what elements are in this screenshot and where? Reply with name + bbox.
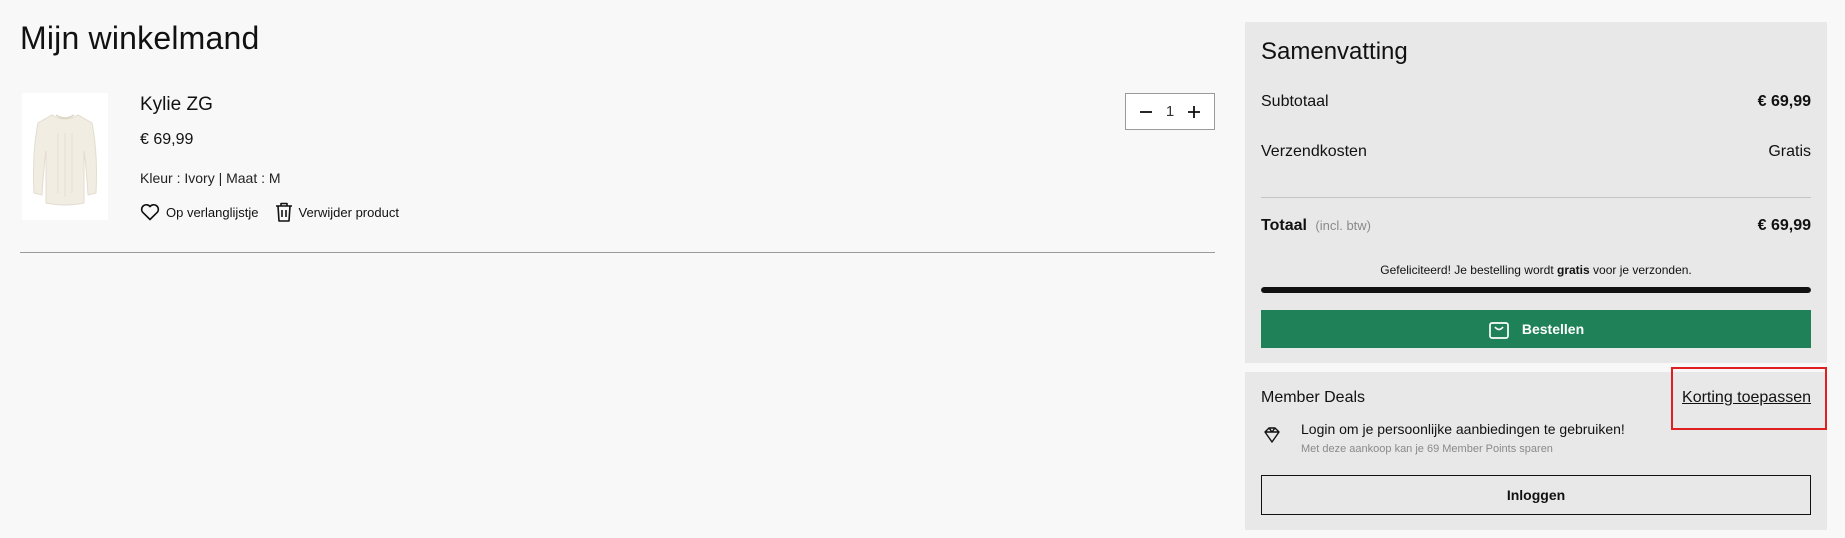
- login-prompt: Login om je persoonlijke aanbiedingen te…: [1301, 421, 1625, 437]
- free-shipping-message: Gefeliciteerd! Je bestelling wordt grati…: [1380, 263, 1692, 277]
- free-shipping-progress-fill: [1261, 287, 1811, 293]
- shipping-row: Verzendkosten Gratis: [1261, 143, 1811, 161]
- member-points-note: Met deze aankoop kan je 69 Member Points…: [1301, 443, 1553, 455]
- sweater-image: [22, 93, 108, 220]
- order-button-label: Bestellen: [1521, 321, 1585, 337]
- product-price: € 69,99: [140, 131, 194, 148]
- quantity-value: 1: [1165, 103, 1175, 120]
- order-button[interactable]: Bestellen: [1261, 310, 1811, 348]
- product-actions: Op verlanglijstje Verwijder product: [140, 202, 399, 222]
- increase-quantity-button[interactable]: [1186, 104, 1202, 120]
- remove-label: Verwijder product: [298, 204, 399, 220]
- subtotal-value: € 69,99: [1757, 93, 1811, 110]
- login-button[interactable]: Inloggen: [1261, 475, 1811, 515]
- summary-title: Samenvatting: [1261, 38, 1408, 65]
- free-shipping-progress: [1261, 287, 1811, 293]
- total-vat-note: (incl. btw): [1315, 218, 1372, 233]
- subtotal-row: Subtotaal € 69,99: [1261, 93, 1811, 111]
- diamond-icon: [1262, 426, 1282, 449]
- remove-product-button[interactable]: Verwijder product: [275, 202, 399, 222]
- item-divider: [20, 252, 1215, 253]
- wishlist-label: Op verlanglijstje: [166, 204, 259, 220]
- total-row: Totaal (incl. btw) € 69,99: [1261, 217, 1811, 235]
- total-value: € 69,99: [1757, 217, 1811, 234]
- quantity-stepper: 1: [1125, 93, 1215, 130]
- product-name[interactable]: Kylie ZG: [140, 94, 213, 116]
- shopping-bag-icon: [1489, 322, 1509, 339]
- shipping-value: Gratis: [1768, 143, 1811, 160]
- summary-divider: [1261, 197, 1811, 198]
- product-attributes: Kleur : Ivory | Maat : M: [140, 170, 281, 186]
- order-summary-panel: Samenvatting Subtotaal € 69,99 Verzendko…: [1245, 22, 1827, 363]
- page-title: Mijn winkelmand: [20, 20, 260, 56]
- shipping-label: Verzendkosten: [1261, 143, 1367, 160]
- member-deals-title: Member Deals: [1261, 389, 1366, 406]
- decrease-quantity-button[interactable]: [1138, 104, 1154, 120]
- total-label: Totaal: [1261, 217, 1307, 234]
- trash-icon: [275, 202, 292, 222]
- minus-icon: [1140, 110, 1152, 113]
- subtotal-label: Subtotaal: [1261, 93, 1329, 110]
- add-to-wishlist-button[interactable]: Op verlanglijstje: [140, 203, 259, 221]
- highlight-box: [1671, 367, 1827, 430]
- heart-icon: [140, 203, 160, 221]
- product-image[interactable]: [22, 93, 108, 220]
- plus-icon: [1188, 105, 1200, 118]
